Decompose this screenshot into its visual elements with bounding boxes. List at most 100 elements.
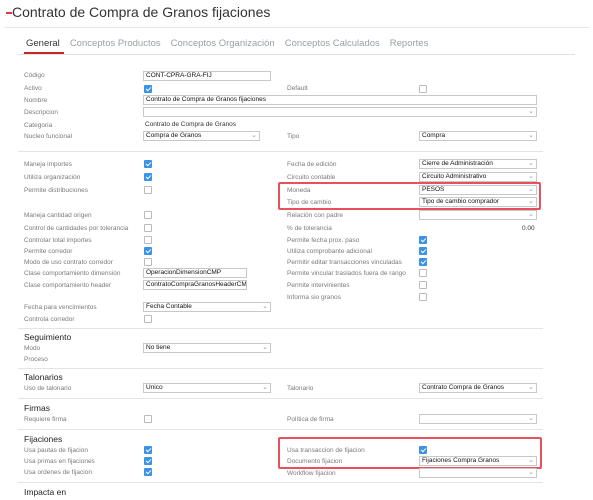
tab-conceptos-productos[interactable]: Conceptos Productos <box>70 38 161 52</box>
maneja-importes-label: Maneja importes <box>24 161 73 168</box>
tab-conceptos-calculados[interactable]: Conceptos Calculados <box>285 38 380 52</box>
permite-corredor-checkbox[interactable] <box>144 247 152 255</box>
usa-pautas-label: Usa pautas de fijacion <box>24 447 88 454</box>
chevron-down-icon: ⌄ <box>528 415 534 422</box>
usa-transaccion-checkbox[interactable] <box>419 446 427 454</box>
clase-header-input[interactable]: ContratoCompraGranosHeaderCMI <box>143 280 247 290</box>
usa-ordenes-checkbox[interactable] <box>144 468 152 476</box>
nucleo-value: Compra de Granos <box>146 132 202 139</box>
politica-firma-select[interactable]: ⌄ <box>419 414 537 424</box>
circuito-contable-value: Circuito Administrativo <box>422 173 487 180</box>
section-divider <box>18 482 543 483</box>
documento-fijacion-label: Documento fijacion <box>287 458 343 465</box>
clase-header-label: Clase comportamiento header <box>24 282 112 289</box>
chevron-down-icon: ⌄ <box>262 384 268 391</box>
tab-conceptos-organizacion[interactable]: Conceptos Organización <box>171 38 275 52</box>
maneja-cantidad-origen-label: Maneja cantidad origen <box>24 212 92 219</box>
modo-label: Modo <box>24 345 41 352</box>
maneja-cantidad-origen-checkbox[interactable] <box>144 211 152 219</box>
tipo-select[interactable]: Compra ⌄ <box>419 131 537 141</box>
relacion-padre-select[interactable]: ⌄ <box>419 210 537 220</box>
permitir-editar-vinculadas-label: Permitir editar transacciones vinculadas <box>287 259 402 266</box>
permite-distribuciones-checkbox[interactable] <box>144 186 152 194</box>
section-divider <box>18 429 543 430</box>
moneda-select[interactable]: PESOS ⌄ <box>419 185 537 195</box>
controlar-total-checkbox[interactable] <box>144 236 152 244</box>
utiliza-comprobante-checkbox[interactable] <box>419 247 427 255</box>
moneda-label: Moneda <box>287 187 311 194</box>
fecha-vencimientos-select[interactable]: Fecha Contable ⌄ <box>143 302 271 312</box>
activo-checkbox[interactable] <box>144 85 152 93</box>
tipo-cambio-select[interactable]: Tipo de cambio comprador ⌄ <box>419 197 537 207</box>
permite-corredor-label: Permite corredor <box>24 248 73 255</box>
documento-fijacion-value: Fijaciones Compra Granos <box>422 457 500 464</box>
usa-primas-label: Usa primas en fijaciones <box>24 458 95 465</box>
chevron-down-icon: ⌄ <box>262 344 268 351</box>
uso-talonario-select[interactable]: Unico ⌄ <box>143 383 271 393</box>
permite-fecha-prox-label: Permite fecha prox. paso <box>287 237 360 244</box>
modo-value: No tiene <box>146 344 171 351</box>
usa-ordenes-label: Usa ordenes de fijacion <box>24 469 92 476</box>
workflow-fijacion-select[interactable]: ⌄ <box>419 468 537 478</box>
usa-transaccion-label: Usa transaccion de fijacion <box>287 447 365 454</box>
codigo-input[interactable]: CONT-CPRA-GRA-FIJ <box>143 71 271 81</box>
chevron-down-icon: ⌄ <box>251 132 257 139</box>
talonario-select[interactable]: Contrato Compra de Granos ⌄ <box>419 383 537 393</box>
usa-pautas-checkbox[interactable] <box>144 446 152 454</box>
relacion-padre-label: Relación con padre <box>287 212 344 219</box>
fecha-edicion-value: Cierre de Administración <box>422 160 493 167</box>
circuito-contable-label: Circuito contable <box>287 174 336 181</box>
informa-sio-checkbox[interactable] <box>419 293 427 301</box>
control-cantidades-label: Control de cantidades por tolerancia <box>24 225 129 232</box>
controla-corredor-checkbox[interactable] <box>144 315 152 323</box>
utiliza-organizacion-checkbox[interactable] <box>144 173 152 181</box>
section-divider <box>18 328 543 329</box>
nucleo-select[interactable]: Compra de Granos ⌄ <box>143 131 260 141</box>
uso-talonario-label: Uso de talonario <box>24 385 72 392</box>
controlar-total-label: Controlar total importes <box>24 237 92 244</box>
permite-intervinientes-label: Permite intervinientes <box>287 282 350 289</box>
tolerancia-label: % de tolerancia <box>287 225 332 232</box>
tolerancia-value[interactable]: 0.00 <box>522 225 535 233</box>
modo-uso-contrato-label: Modo de uso contrato corredor <box>24 259 113 266</box>
descripcion-label: Descripcion <box>24 109 58 116</box>
section-divider <box>18 368 543 369</box>
tipo-cambio-value: Tipo de cambio comprador <box>422 198 500 205</box>
requiere-firma-checkbox[interactable] <box>144 415 152 423</box>
usa-primas-checkbox[interactable] <box>144 457 152 465</box>
tipo-label: Tipo <box>287 133 300 140</box>
documento-fijacion-select[interactable]: Fijaciones Compra Granos ⌄ <box>419 456 537 466</box>
tab-bar: General Conceptos Productos Conceptos Or… <box>26 38 438 52</box>
clase-dimension-label: Clase comportamiento dimensión <box>24 270 121 277</box>
modo-select[interactable]: No tiene ⌄ <box>143 343 271 353</box>
nucleo-label: Nucleo funcional <box>24 133 73 140</box>
control-cantidades-checkbox[interactable] <box>144 224 152 232</box>
default-checkbox[interactable] <box>419 85 427 93</box>
title-divider <box>4 27 589 28</box>
informa-sio-label: Informa sio granos <box>287 294 341 301</box>
permite-intervinientes-checkbox[interactable] <box>419 281 427 289</box>
codigo-label: Código <box>24 72 45 79</box>
nombre-input[interactable]: Contrato de Compra de Granos fijaciones <box>143 95 537 105</box>
permite-vincular-traslados-label: Permite vincular traslados fuera de rang… <box>287 270 406 277</box>
maneja-importes-checkbox[interactable] <box>144 160 152 168</box>
page-title: Contrato de Compra de Granos fijaciones <box>12 4 271 20</box>
talonario-label: Talonario <box>287 385 314 392</box>
fecha-edicion-select[interactable]: Cierre de Administración ⌄ <box>419 159 537 169</box>
activo-label: Activo <box>24 85 42 92</box>
impacta-title: Impacta en <box>24 487 67 497</box>
permitir-editar-vinculadas-checkbox[interactable] <box>419 258 427 266</box>
clase-dimension-input[interactable]: OperacionDimensionCMP <box>143 268 247 278</box>
descripcion-field[interactable]: ⌄ <box>143 107 537 117</box>
categoria-label: Categoria <box>24 122 53 129</box>
tipo-value: Compra <box>422 132 446 139</box>
fecha-vencimientos-value: Fecha Contable <box>146 303 192 310</box>
permite-fecha-prox-checkbox[interactable] <box>419 236 427 244</box>
chevron-down-icon: ⌄ <box>528 211 534 218</box>
tab-general[interactable]: General <box>26 38 60 52</box>
permite-vincular-traslados-checkbox[interactable] <box>419 269 427 277</box>
circuito-contable-select[interactable]: Circuito Administrativo ⌄ <box>419 172 537 182</box>
tab-reportes[interactable]: Reportes <box>390 38 429 52</box>
modo-uso-contrato-checkbox[interactable] <box>144 258 152 266</box>
fecha-vencimientos-label: Fecha para vencimientos <box>24 304 97 311</box>
